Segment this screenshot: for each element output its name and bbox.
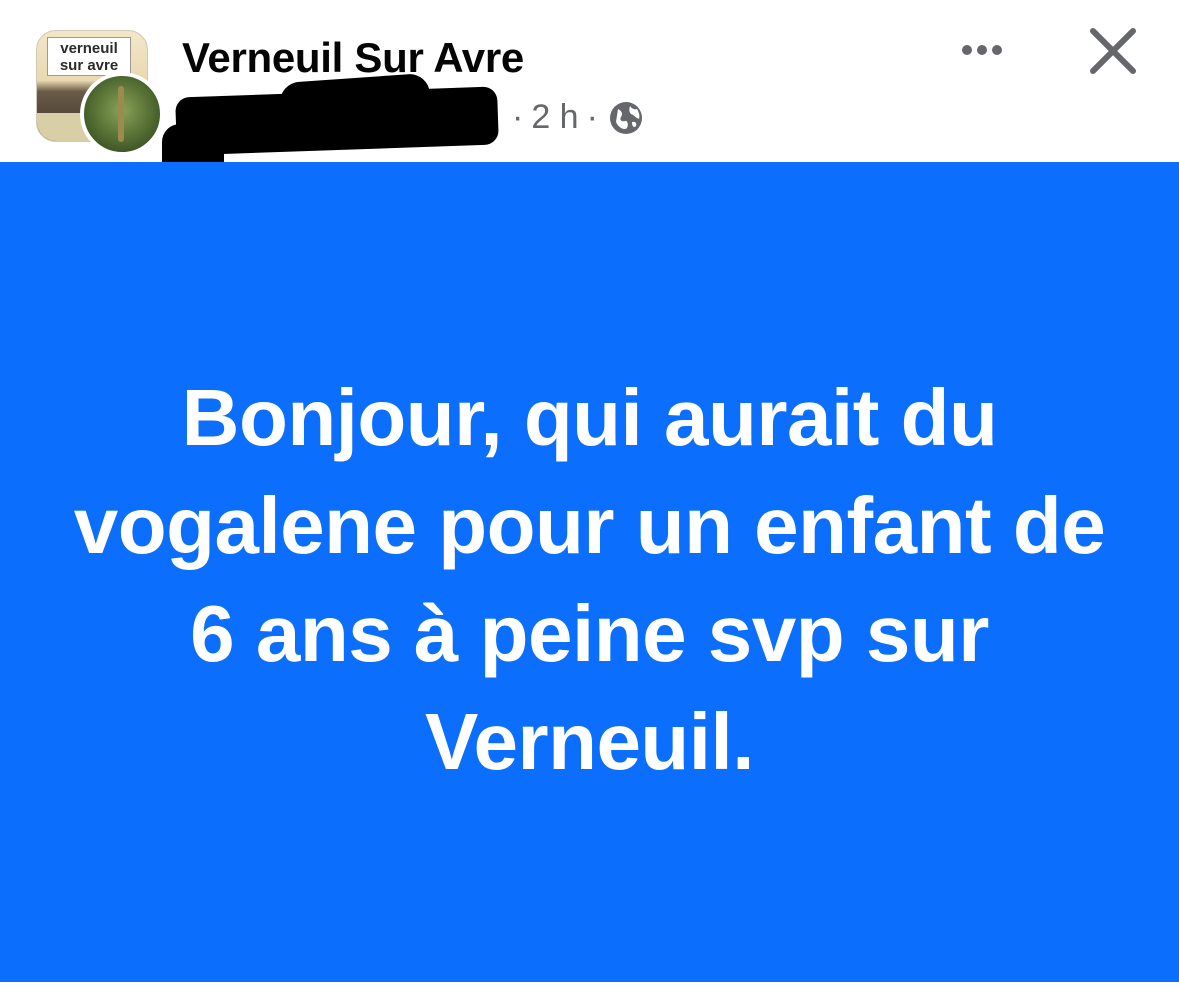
- post-footer-divider: [0, 982, 1179, 1002]
- more-horizontal-icon: [977, 45, 987, 55]
- more-horizontal-icon: [962, 45, 972, 55]
- close-button[interactable]: [1084, 22, 1142, 80]
- more-options-button[interactable]: [950, 30, 1014, 70]
- post-meta: · 2 h ·: [504, 98, 644, 137]
- group-name-link[interactable]: Verneuil Sur Avre: [182, 34, 524, 82]
- group-avatar-label: verneuil sur avre: [47, 37, 131, 76]
- post-header: verneuil sur avre Verneuil Sur Avre · 2 …: [0, 0, 1179, 184]
- post-time[interactable]: 2 h: [531, 98, 578, 137]
- post-text: Bonjour, qui aurait du vogalene pour un …: [73, 373, 1106, 786]
- more-horizontal-icon: [992, 45, 1002, 55]
- facebook-post: verneuil sur avre Verneuil Sur Avre · 2 …: [0, 0, 1179, 1002]
- avatar-plant-image: [118, 86, 124, 142]
- meta-separator: ·: [586, 98, 598, 136]
- post-background-card[interactable]: Bonjour, qui aurait du vogalene pour un …: [0, 162, 1179, 982]
- author-avatar[interactable]: [80, 72, 164, 156]
- globe-icon[interactable]: [608, 100, 644, 136]
- meta-separator: ·: [512, 98, 524, 136]
- close-icon: [1090, 28, 1136, 74]
